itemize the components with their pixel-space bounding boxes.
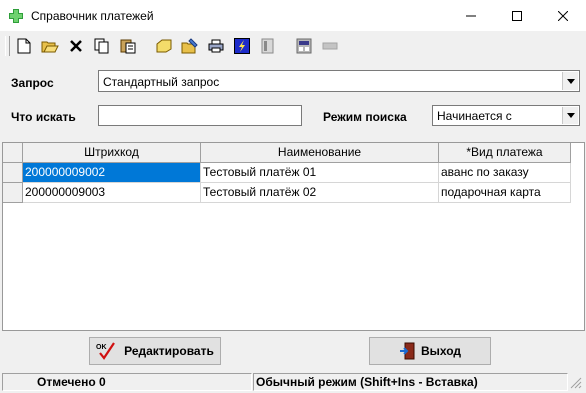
close-icon <box>558 10 568 21</box>
resize-grip-icon[interactable] <box>570 377 582 392</box>
exit-button[interactable]: Выход <box>369 337 491 365</box>
report-icon[interactable] <box>258 36 278 56</box>
calculator-icon[interactable] <box>294 36 314 56</box>
chevron-down-icon <box>566 113 575 118</box>
tag-icon[interactable] <box>154 36 174 56</box>
copy-icon[interactable] <box>92 36 112 56</box>
search-mode-dropdown-button[interactable] <box>562 107 578 124</box>
exit-door-icon <box>399 342 415 360</box>
query-select[interactable]: Стандартный запрос <box>98 70 580 92</box>
status-mode-text: Обычный режим (Shift+Ins - Вставка) <box>256 375 478 389</box>
column-header-barcode[interactable]: Штрихкод <box>23 143 201 163</box>
maximize-button[interactable] <box>494 0 540 31</box>
print-icon[interactable] <box>206 36 226 56</box>
minimize-icon <box>466 15 476 16</box>
status-marked-panel: Отмечено 0 <box>2 373 252 391</box>
cell-barcode[interactable]: 200000009003 <box>23 183 201 203</box>
search-mode-select[interactable]: Начинается с <box>432 105 580 126</box>
svg-text:OK: OK <box>96 344 107 351</box>
query-label: Запрос <box>11 76 54 90</box>
row-indicator[interactable] <box>3 183 23 203</box>
maximize-icon <box>512 10 522 21</box>
window-title: Справочник платежей <box>31 9 154 23</box>
app-cross-icon <box>8 8 24 24</box>
new-document-icon[interactable] <box>14 36 34 56</box>
open-folder-icon[interactable] <box>40 36 60 56</box>
chevron-down-icon <box>566 78 575 84</box>
payments-grid[interactable]: Штрихкод Наименование *Вид платежа 20000… <box>2 142 585 331</box>
open-folder-edit-icon[interactable] <box>180 36 200 56</box>
query-select-value: Стандартный запрос <box>103 75 220 89</box>
toolbar <box>0 32 586 60</box>
cell-name[interactable]: Тестовый платёж 01 <box>201 163 439 183</box>
minimize-button[interactable] <box>448 0 494 31</box>
query-dropdown-button[interactable] <box>562 72 578 90</box>
edit-button-label: Редактировать <box>124 344 214 358</box>
search-input[interactable] <box>98 105 302 126</box>
grid-corner <box>3 143 23 163</box>
column-header-type[interactable]: *Вид платежа <box>439 143 571 163</box>
search-mode-value: Начинается с <box>437 109 512 123</box>
exit-button-label: Выход <box>420 344 462 358</box>
delete-icon[interactable] <box>66 36 86 56</box>
ok-check-icon: OK <box>96 342 116 360</box>
status-marked-value: 0 <box>99 375 106 389</box>
lightning-icon[interactable] <box>232 36 252 56</box>
status-marked-label: Отмечено <box>37 375 96 389</box>
column-header-name[interactable]: Наименование <box>201 143 439 163</box>
cell-barcode[interactable]: 200000009002 <box>23 163 201 183</box>
row-indicator[interactable] <box>3 163 23 183</box>
cell-name[interactable]: Тестовый платёж 02 <box>201 183 439 203</box>
status-bar: Отмечено 0 Обычный режим (Shift+Ins - Вс… <box>0 371 586 393</box>
edit-button[interactable]: OK Редактировать <box>89 337 221 365</box>
cell-type[interactable]: аванс по заказу <box>439 163 571 183</box>
close-button[interactable] <box>540 0 586 31</box>
search-label: Что искать <box>11 110 76 124</box>
disabled-icon <box>320 36 340 56</box>
search-mode-label: Режим поиска <box>323 110 407 124</box>
status-mode-panel: Обычный режим (Shift+Ins - Вставка) <box>253 373 568 391</box>
paste-icon[interactable] <box>118 36 138 56</box>
cell-type[interactable]: подарочная карта <box>439 183 571 203</box>
title-bar: Справочник платежей <box>0 0 586 31</box>
